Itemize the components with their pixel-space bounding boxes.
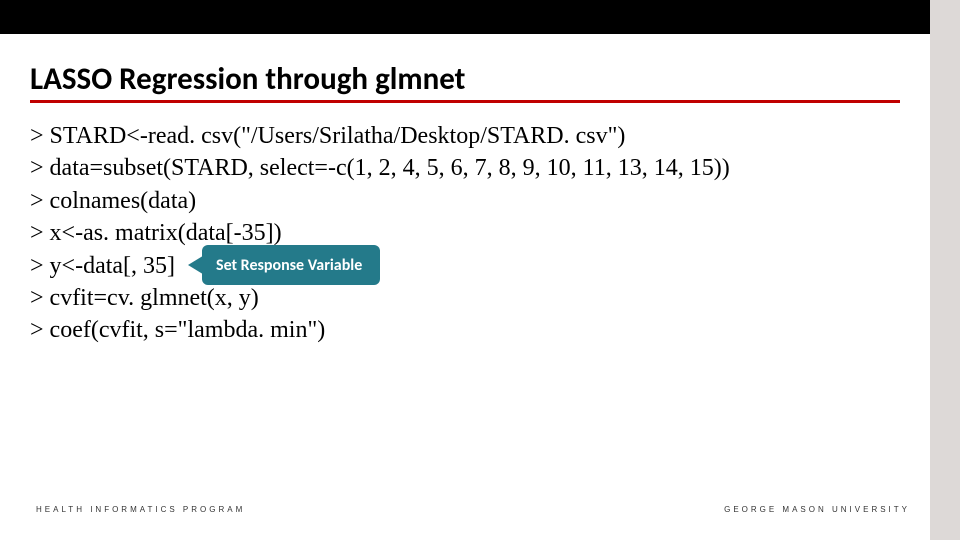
callout: Set Response Variable bbox=[188, 245, 428, 285]
code-line: > coef(cvfit, s="lambda. min") bbox=[30, 314, 730, 346]
code-line: > data=subset(STARD, select=-c(1, 2, 4, … bbox=[30, 152, 730, 184]
code-line: > STARD<-read. csv("/Users/Srilatha/Desk… bbox=[30, 120, 730, 152]
title-underline bbox=[30, 100, 900, 103]
right-bar bbox=[930, 0, 960, 540]
code-line: > cvfit=cv. glmnet(x, y) bbox=[30, 282, 730, 314]
callout-label: Set Response Variable bbox=[216, 256, 362, 275]
footer-left: HEALTH INFORMATICS PROGRAM bbox=[36, 505, 245, 514]
code-line: > colnames(data) bbox=[30, 185, 730, 217]
footer-right: GEORGE MASON UNIVERSITY bbox=[724, 505, 910, 514]
slide-title: LASSO Regression through glmnet bbox=[30, 60, 465, 98]
code-block: > STARD<-read. csv("/Users/Srilatha/Desk… bbox=[30, 120, 730, 347]
callout-body: Set Response Variable bbox=[202, 245, 380, 285]
top-bar bbox=[0, 0, 960, 34]
